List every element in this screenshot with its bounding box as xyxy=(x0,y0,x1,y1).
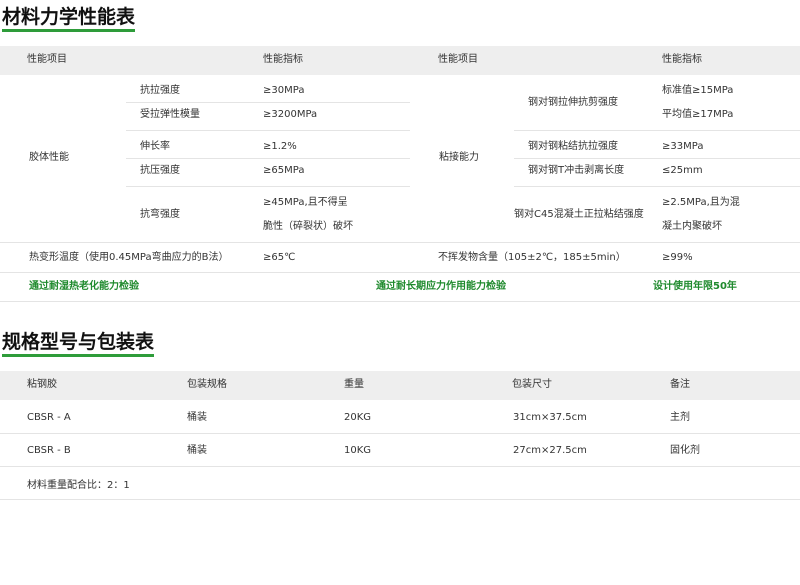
header-index-2: 性能指标 xyxy=(662,54,702,65)
table-row-item: 不挥发物含量（105±2℃，185±5min） xyxy=(438,252,626,263)
table-row-value: ≥3200MPa xyxy=(263,109,318,120)
table-row-cell: 31cm×37.5cm xyxy=(513,412,587,423)
header-item-2: 性能项目 xyxy=(438,54,478,65)
group-label-colloid: 胶体性能 xyxy=(29,152,69,163)
table-row-item: 钢对钢拉伸抗剪强度 xyxy=(528,97,618,108)
mix-ratio-note: 材料重量配合比：2：1 xyxy=(27,480,130,491)
table-row-value: 平均值≥17MPa xyxy=(662,109,734,120)
table-row-value: ≥65℃ xyxy=(263,252,296,263)
header-col-5: 备注 xyxy=(670,379,690,390)
table-row-item: 抗压强度 xyxy=(140,165,180,176)
table-row-value: ≥1.2% xyxy=(263,141,297,152)
table-row-cell: 桶装 xyxy=(187,412,207,423)
table-row-item: 钢对钢T冲击剥离长度 xyxy=(528,165,625,176)
header-item-1: 性能项目 xyxy=(27,54,67,65)
table-row-cell: 桶装 xyxy=(187,445,207,456)
table-row-value: ≥65MPa xyxy=(263,165,305,176)
table-row-cell: 20KG xyxy=(344,412,372,423)
mechanical-properties-table: 性能项目 性能指标 性能项目 性能指标 胶体性能 粘接能力 抗拉强度 ≥30MP… xyxy=(0,46,800,302)
table-row-item: 钢对钢粘结抗拉强度 xyxy=(528,141,618,152)
table-row-item: 抗拉强度 xyxy=(140,85,180,96)
table-row-cell: 27cm×27.5cm xyxy=(513,445,587,456)
header-col-3: 重量 xyxy=(344,379,364,390)
table-row-value: 脆性（碎裂状）破坏 xyxy=(263,221,353,232)
table-row-value: ≤25mm xyxy=(662,165,703,176)
table-row-item: 热变形温度（使用0.45MPa弯曲应力的B法） xyxy=(29,252,229,263)
test-label-lifespan: 设计使用年限50年 xyxy=(653,281,737,292)
table-row-value: ≥99% xyxy=(662,252,693,263)
specification-table: 粘钢胶 包装规格 重量 包装尺寸 备注 CBSR - A 桶装 20KG 31c… xyxy=(0,371,800,501)
header-index-1: 性能指标 xyxy=(263,54,303,65)
table-row-value: 凝土内聚破坏 xyxy=(662,221,722,232)
table-row-item: 伸长率 xyxy=(140,141,170,152)
table-row-value: ≥45MPa,且不得呈 xyxy=(263,197,348,208)
test-label-humidity: 通过耐湿热老化能力检验 xyxy=(29,281,139,292)
table-row-item: 受拉弹性模量 xyxy=(140,109,200,120)
table-row-value: ≥2.5MPa,且为混 xyxy=(662,197,740,208)
table-row-cell: 10KG xyxy=(344,445,372,456)
table-row-item: 钢对C45混凝土正拉粘结强度 xyxy=(514,209,644,220)
section-title-mechanical: 材料力学性能表 xyxy=(2,6,136,32)
section-title-specs: 规格型号与包装表 xyxy=(2,331,155,357)
group-label-bonding: 粘接能力 xyxy=(439,152,479,163)
table-row-value: ≥30MPa xyxy=(263,85,305,96)
table-row-cell: 主剂 xyxy=(670,412,690,423)
header-col-1: 粘钢胶 xyxy=(27,379,57,390)
header-col-4: 包装尺寸 xyxy=(512,379,552,390)
table-row-cell: CBSR - A xyxy=(27,412,71,423)
test-label-stress: 通过耐长期应力作用能力检验 xyxy=(376,281,506,292)
table-row-item: 抗弯强度 xyxy=(140,209,180,220)
header-col-2: 包装规格 xyxy=(187,379,227,390)
table-row-value: 标准值≥15MPa xyxy=(662,85,734,96)
table-row-value: ≥33MPa xyxy=(662,141,704,152)
table-row-cell: 固化剂 xyxy=(670,445,700,456)
table-row-cell: CBSR - B xyxy=(27,445,71,456)
